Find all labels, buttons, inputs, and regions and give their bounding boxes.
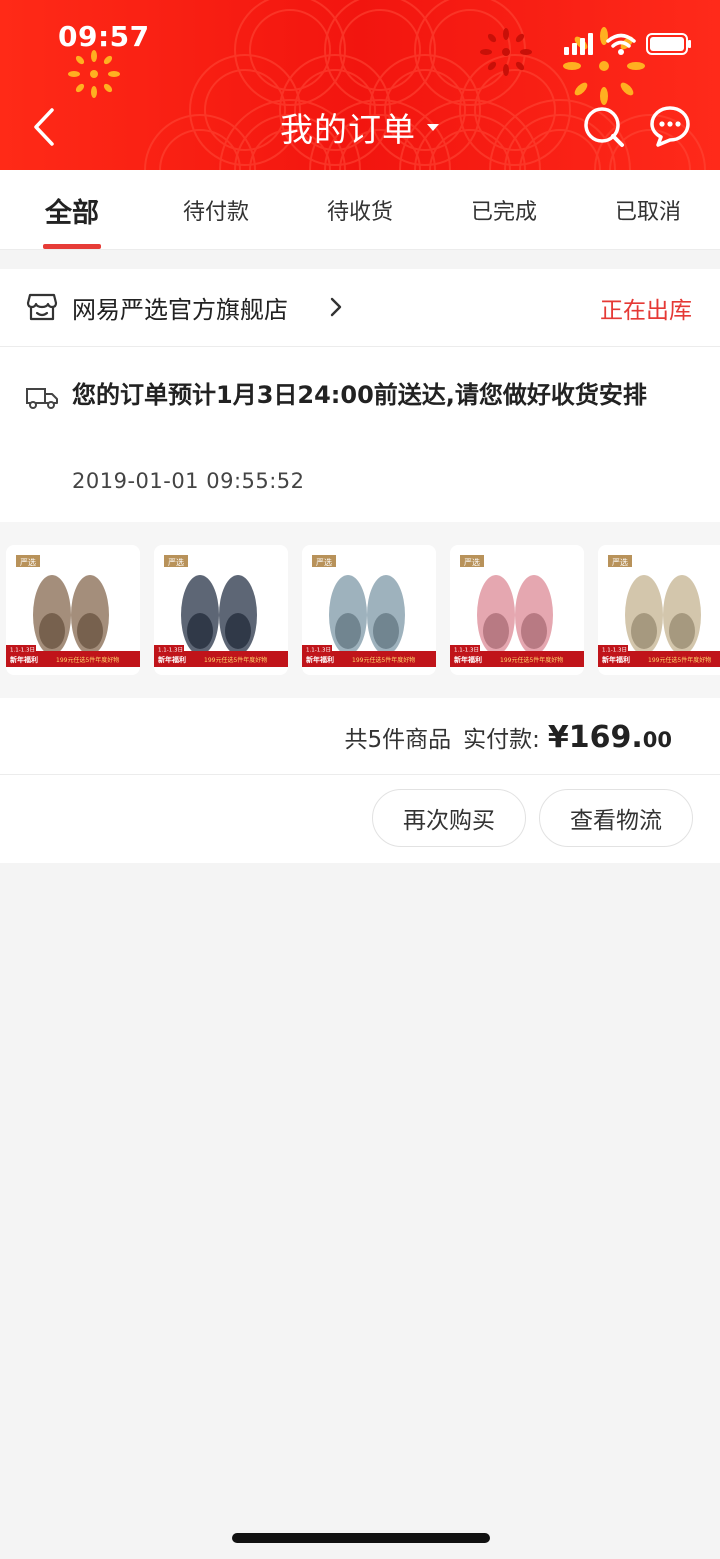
promo-date-label: 1.1-1.3日 <box>602 647 627 654</box>
promo-date-label: 1.1-1.3日 <box>158 647 183 654</box>
store-icon <box>26 293 58 321</box>
truck-icon <box>26 388 58 409</box>
order-list-screen: 09:57 我的订单 全部 待付款 待收货 已完成 已取消 网易严选官方旗舰店 … <box>0 0 720 1559</box>
slipper-opening <box>521 613 547 649</box>
item-count-label: 共5件商品 <box>344 727 452 753</box>
promo-left-label: 新年福利 <box>602 655 630 664</box>
tab-cancelled[interactable]: 已取消 <box>576 170 720 250</box>
order-card[interactable]: 网易严选官方旗舰店 正在出库 您的订单预计1月3日24:00前送达,请您做好收货… <box>0 269 720 863</box>
wifi-icon <box>606 33 636 55</box>
slipper-opening <box>483 613 509 649</box>
product-thumbnail[interactable]: 严选 1.1-1.3日 新年福利 199元任选5件年度好物 <box>6 545 140 675</box>
price-cents: 00 <box>642 728 672 752</box>
paid-amount-label: 实付款: <box>463 727 540 753</box>
active-tab-indicator <box>43 244 101 249</box>
price-amount: ¥169. <box>547 720 643 755</box>
brand-badge-label: 严选 <box>168 557 184 567</box>
slipper-image: 严选 1.1-1.3日新年福利 199元任选5件年度好物 <box>450 555 584 667</box>
promo-left-label: 新年福利 <box>306 655 334 664</box>
promo-left-label: 新年福利 <box>454 655 482 664</box>
slipper-opening <box>225 613 251 649</box>
message-icon[interactable] <box>648 104 692 148</box>
home-indicator[interactable] <box>232 1533 490 1543</box>
tab-completed[interactable]: 已完成 <box>432 170 576 250</box>
promo-right-label: 199元任选5件年度好物 <box>648 656 711 664</box>
view-logistics-button[interactable]: 查看物流 <box>539 789 693 847</box>
signal-icon <box>564 33 593 55</box>
promo-right-label: 199元任选5件年度好物 <box>204 656 267 664</box>
header-bar: 09:57 我的订单 <box>0 0 720 170</box>
order-timestamp: 2019-01-01 09:55:52 <box>72 469 305 493</box>
brand-badge-label: 严选 <box>20 557 36 567</box>
slipper-opening <box>373 613 399 649</box>
promo-left-label: 新年福利 <box>158 655 186 664</box>
firework-decoration-icon <box>480 28 532 76</box>
order-total: 共5件商品 实付款: ¥169. 00 <box>344 720 672 755</box>
promo-date-label: 1.1-1.3日 <box>454 647 479 654</box>
slipper-image: 严选 1.1-1.3日新年福利 199元任选5件年度好物 <box>302 555 436 667</box>
promo-right-label: 199元任选5件年度好物 <box>56 656 119 664</box>
delivery-message: 您的订单预计1月3日24:00前送达,请您做好收货安排 <box>72 381 647 409</box>
tab-all[interactable]: 全部 <box>0 170 144 250</box>
brand-badge-label: 严选 <box>464 557 480 567</box>
buy-again-button[interactable]: 再次购买 <box>372 789 526 847</box>
tab-pending-payment[interactable]: 待付款 <box>144 170 288 250</box>
page-title: 我的订单 <box>280 110 416 149</box>
slipper-opening <box>39 613 65 649</box>
slipper-opening <box>669 613 695 649</box>
search-icon[interactable] <box>582 104 626 148</box>
promo-right-label: 199元任选5件年度好物 <box>500 656 563 664</box>
order-tabs: 全部 待付款 待收货 已完成 已取消 <box>0 170 720 250</box>
order-total-row: 共5件商品 实付款: ¥169. 00 <box>0 698 720 775</box>
slipper-opening <box>187 613 213 649</box>
firework-decoration-icon <box>68 50 120 98</box>
status-bar-icons <box>564 30 692 58</box>
delivery-info[interactable]: 您的订单预计1月3日24:00前送达,请您做好收货安排 2019-01-01 0… <box>0 347 720 522</box>
promo-date-label: 1.1-1.3日 <box>306 647 331 654</box>
product-thumbnail[interactable]: 严选 1.1-1.3日 新年福利 199元任选5件年度好物 <box>302 545 436 675</box>
brand-badge-label: 严选 <box>612 557 628 567</box>
product-thumbnail[interactable]: 严选 1.1-1.3日 新年福利 199元任选5件年度好物 <box>154 545 288 675</box>
promo-left-label: 新年福利 <box>10 655 38 664</box>
order-status-label: 正在出库 <box>600 298 692 324</box>
slipper-opening <box>631 613 657 649</box>
shop-row[interactable]: 网易严选官方旗舰店 正在出库 <box>0 269 720 347</box>
promo-right-label: 199元任选5件年度好物 <box>352 656 415 664</box>
shop-name: 网易严选官方旗舰店 <box>72 296 288 324</box>
product-thumbnails[interactable]: 严选 1.1-1.3日 新年福利 199元任选5件年度好物 严选 1.1-1.3日 新年福… <box>0 522 720 698</box>
product-thumbnail[interactable]: 严选 1.1-1.3日 新年福利 199元任选5件年度好物 <box>598 545 720 675</box>
slipper-image: 严选 1.1-1.3日新年福利 199元任选5件年度好物 <box>598 555 720 667</box>
battery-icon <box>646 33 691 55</box>
chevron-right-icon <box>330 297 342 317</box>
slipper-image: 严选 1.1-1.3日新年福利 199元任选5件年度好物 <box>6 555 140 667</box>
dropdown-caret-icon <box>427 124 439 131</box>
promo-date-label: 1.1-1.3日 <box>10 647 35 654</box>
tab-pending-receipt[interactable]: 待收货 <box>288 170 432 250</box>
slipper-image: 严选 1.1-1.3日新年福利 199元任选5件年度好物 <box>154 555 288 667</box>
product-thumbnail[interactable]: 严选 1.1-1.3日 新年福利 199元任选5件年度好物 <box>450 545 584 675</box>
slipper-opening <box>77 613 103 649</box>
brand-badge-label: 严选 <box>316 557 332 567</box>
slipper-opening <box>335 613 361 649</box>
